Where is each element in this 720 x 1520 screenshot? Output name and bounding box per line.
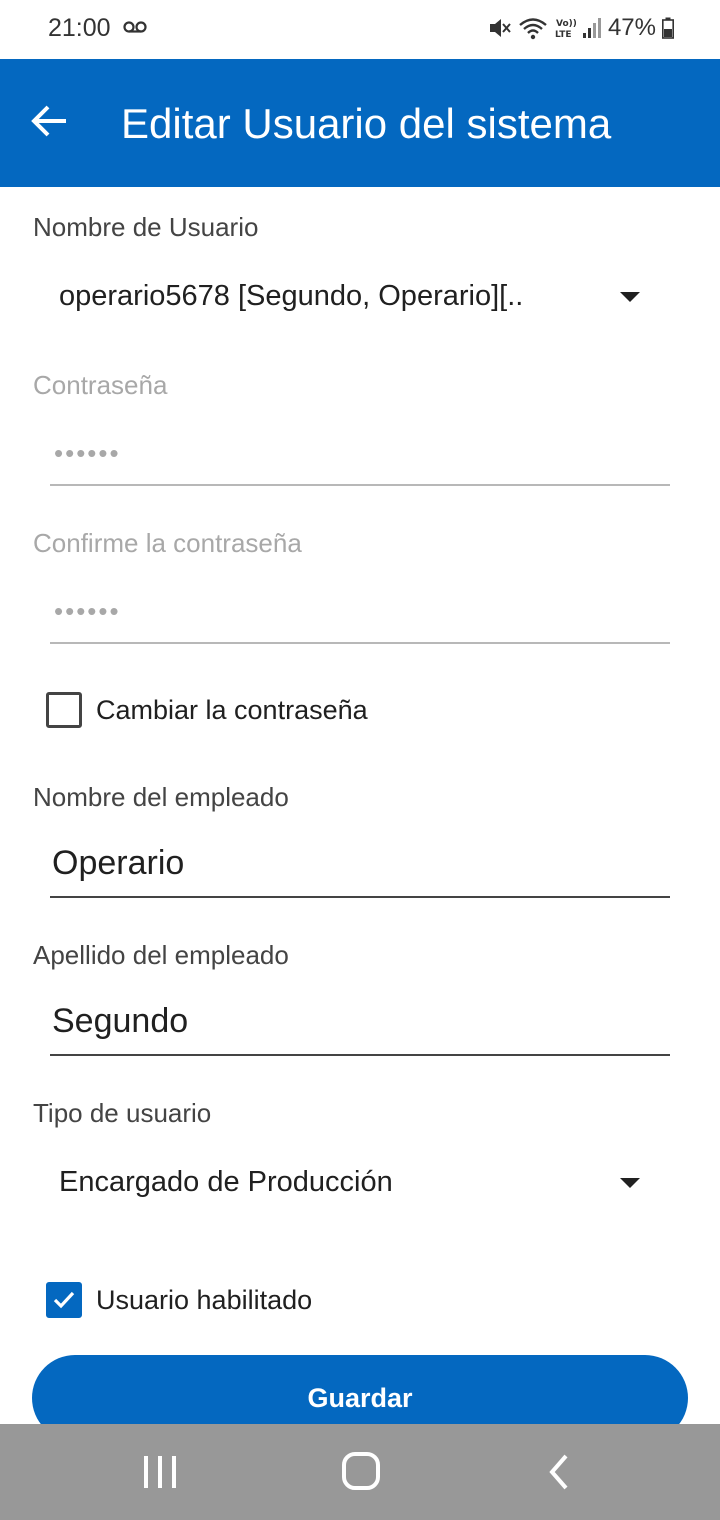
recent-apps-icon[interactable] [138, 1452, 188, 1492]
back-icon[interactable] [540, 1452, 590, 1492]
wifi-icon [518, 16, 548, 40]
confirm-password-value: •••••• [54, 596, 121, 626]
page-title: Editar Usuario del sistema [121, 100, 612, 147]
first-name-field[interactable]: Operario [50, 836, 670, 898]
last-name-value: Segundo [52, 1002, 189, 1040]
user-type-label: Tipo de usuario [33, 1098, 212, 1128]
change-password-checkbox-row[interactable]: Cambiar la contraseña [46, 691, 368, 729]
confirm-password-field[interactable]: •••••• [50, 582, 670, 644]
back-arrow-icon[interactable] [30, 103, 82, 145]
password-label: Contraseña [33, 370, 168, 400]
user-enabled-checkbox-row[interactable]: Usuario habilitado [46, 1281, 312, 1319]
battery-percentage: 47% [607, 14, 656, 41]
status-bar: 21:00 Vo)) LTE 47% [0, 0, 720, 59]
user-type-dropdown[interactable]: Encargado de Producción [33, 1148, 668, 1218]
change-password-checkbox[interactable] [46, 692, 82, 728]
password-field[interactable]: •••••• [50, 424, 670, 486]
last-name-label: Apellido del empleado [33, 940, 289, 970]
user-type-selected-value: Encargado de Producción [59, 1166, 393, 1198]
first-name-label: Nombre del empleado [33, 782, 289, 812]
signal-icon [582, 17, 602, 39]
svg-text:LTE: LTE [555, 30, 572, 40]
first-name-value: Operario [52, 844, 185, 882]
username-dropdown[interactable]: operario5678 [Segundo, Operario][.. [33, 262, 668, 332]
password-value: •••••• [54, 438, 121, 468]
mute-icon [488, 17, 512, 39]
svg-text:Vo)): Vo)) [556, 19, 576, 29]
dropdown-arrow-icon [620, 1178, 640, 1188]
status-icons: Vo)) LTE 47% [488, 14, 674, 42]
app-bar: Editar Usuario del sistema [0, 59, 720, 187]
username-label: Nombre de Usuario [33, 212, 259, 242]
system-nav-bar [0, 1424, 720, 1520]
dropdown-arrow-icon [620, 292, 640, 302]
change-password-label: Cambiar la contraseña [96, 694, 368, 725]
voicemail-icon [123, 20, 147, 39]
username-selected-value: operario5678 [Segundo, Operario][.. [59, 280, 524, 312]
status-time: 21:00 [48, 14, 111, 42]
volte-icon: Vo)) LTE [554, 16, 576, 40]
checkmark-icon [53, 1291, 75, 1309]
user-enabled-label: Usuario habilitado [96, 1284, 313, 1315]
home-icon[interactable] [336, 1452, 386, 1492]
user-enabled-checkbox[interactable] [46, 1282, 82, 1318]
confirm-password-label: Confirme la contraseña [33, 528, 302, 558]
last-name-field[interactable]: Segundo [50, 994, 670, 1056]
battery-icon [662, 17, 674, 39]
